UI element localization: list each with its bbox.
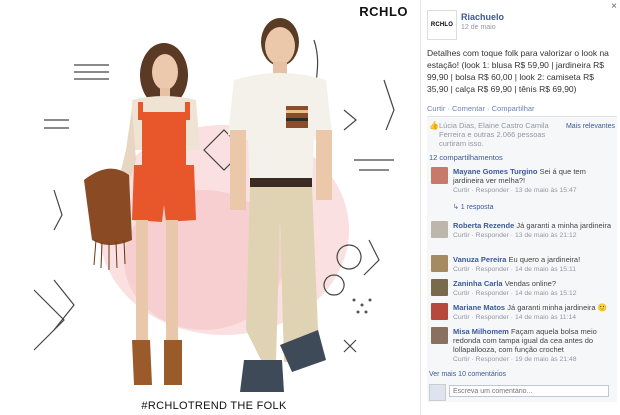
like-link[interactable]: Curtir <box>427 104 445 113</box>
comment-meta[interactable]: Curtir · Responder · 14 de maio às 11:14 <box>453 314 576 321</box>
comment-author[interactable]: Mayane Gomes Turgino <box>453 167 537 176</box>
avatar[interactable] <box>431 303 448 320</box>
comment-text: Já garanti a minha jardineira <box>516 221 611 230</box>
comment-text: Já garanti minha jardineira 🙂 <box>507 303 608 312</box>
thumbs-up-icon: 👍 <box>429 121 439 130</box>
comment-input[interactable] <box>449 385 609 397</box>
comment-text: Eu quero a jardineira! <box>508 255 581 264</box>
page-name-link[interactable]: Riachuelo <box>461 12 504 22</box>
page-avatar[interactable]: RCHLO <box>427 10 457 40</box>
comments-section: 👍 Lúcia Dias, Elaine Castro Camila Ferre… <box>427 116 617 402</box>
post-caption: Detalhes com toque folk para valorizar o… <box>427 48 609 94</box>
comment-author[interactable]: Zaninha Carla <box>453 279 503 288</box>
replies-link[interactable]: ↳ 1 resposta <box>453 203 494 211</box>
brand-logo: RCHLO <box>359 4 408 19</box>
comment-order-dropdown[interactable]: Mais relevantes <box>566 123 615 130</box>
post-photo[interactable]: RCHLO #RCHLOTREND THE FOLK <box>14 0 414 415</box>
likes-text[interactable]: Lúcia Dias, Elaine Castro Camila Ferreir… <box>439 121 549 148</box>
post-header: RCHLO Riachuelo 12 de maio <box>427 10 617 40</box>
write-comment-row <box>429 383 615 401</box>
comment-link[interactable]: Comentar <box>452 104 485 113</box>
comment-meta[interactable]: Curtir · Responder · 19 de maio às 21:48 <box>453 356 577 363</box>
avatar[interactable] <box>431 221 448 238</box>
comment-author[interactable]: Misa Milhomem <box>453 327 509 336</box>
photo-viewer: RCHLO #RCHLOTREND THE FOLK × RCHLO Riach… <box>0 0 620 415</box>
model-woman <box>84 43 200 385</box>
more-comments-link[interactable]: Ver mais 10 comentários <box>429 371 506 378</box>
post-details-panel: × RCHLO Riachuelo 12 de maio Detalhes co… <box>420 0 620 415</box>
post-actions: Curtir · Comentar · Compartilhar <box>427 104 535 113</box>
comment-text: Vendas online? <box>504 279 556 288</box>
avatar[interactable] <box>431 167 448 184</box>
campaign-hashtag: #RCHLOTREND THE FOLK <box>141 400 287 412</box>
comment-author[interactable]: Vanuza Pereira <box>453 255 506 264</box>
share-link[interactable]: Compartilhar <box>492 104 535 113</box>
shares-link[interactable]: 12 compartilhamentos <box>429 153 503 162</box>
avatar <box>429 384 446 401</box>
photo-illustration <box>33 18 395 392</box>
comment-meta[interactable]: Curtir · Responder · 13 de maio às 21:12 <box>453 232 577 239</box>
comment-author[interactable]: Roberta Rezende <box>453 221 514 230</box>
comment-meta[interactable]: Curtir · Responder · 14 de maio às 15:12 <box>453 290 577 297</box>
comment-meta[interactable]: Curtir · Responder · 14 de maio às 15:11 <box>453 266 576 273</box>
avatar[interactable] <box>431 327 448 344</box>
comment-author[interactable]: Mariane Matos <box>453 303 505 312</box>
comment-meta[interactable]: Curtir · Responder · 13 de maio às 15:47 <box>453 187 577 194</box>
post-timestamp[interactable]: 12 de maio <box>461 24 496 31</box>
likes-summary: 👍 Lúcia Dias, Elaine Castro Camila Ferre… <box>427 119 617 151</box>
avatar[interactable] <box>431 279 448 296</box>
avatar[interactable] <box>431 255 448 272</box>
